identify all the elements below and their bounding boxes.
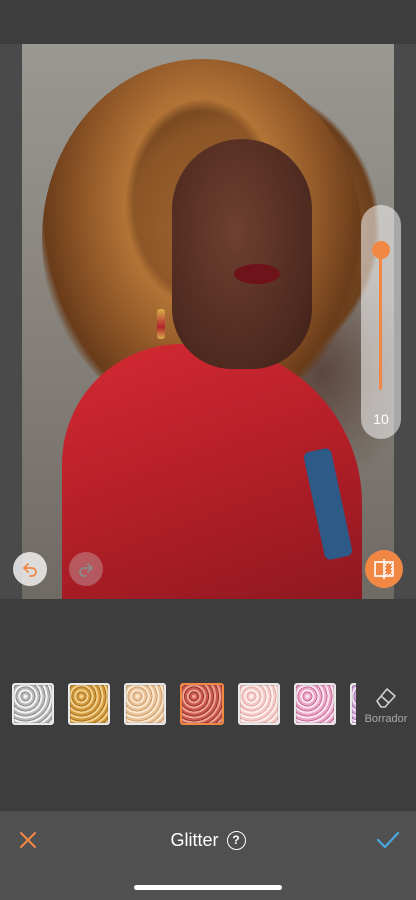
swatch-pink[interactable]	[294, 683, 336, 725]
home-indicator	[134, 885, 282, 890]
photo-canvas[interactable]	[0, 44, 416, 599]
edited-photo[interactable]	[22, 44, 394, 599]
intensity-slider[interactable]: 10	[361, 205, 401, 439]
photo-earring	[157, 309, 165, 339]
slider-value: 10	[373, 411, 389, 427]
check-icon	[376, 831, 400, 849]
compare-button[interactable]	[365, 550, 403, 588]
help-button[interactable]: ?	[226, 830, 246, 850]
redo-button[interactable]	[69, 552, 103, 586]
eraser-icon	[376, 688, 396, 708]
compare-icon	[374, 559, 394, 579]
top-bar	[0, 0, 416, 44]
slider-handle[interactable]	[372, 241, 390, 259]
page-title: Glitter	[170, 829, 219, 850]
photo-face	[172, 139, 312, 369]
swatch-champagne[interactable]	[124, 683, 166, 725]
swatch-silver[interactable]	[12, 683, 54, 725]
confirm-button[interactable]	[374, 826, 402, 854]
undo-button[interactable]	[13, 552, 47, 586]
swatch-lilac[interactable]	[350, 683, 356, 725]
swatch-rose-selected[interactable]	[180, 683, 224, 725]
eraser-button[interactable]: Borrador	[360, 683, 412, 729]
undo-icon	[23, 563, 37, 577]
title-group: Glitter ?	[0, 826, 416, 854]
eraser-label: Borrador	[364, 713, 408, 725]
swatch-gold[interactable]	[68, 683, 110, 725]
swatch-blush[interactable]	[238, 683, 280, 725]
slider-track	[379, 250, 382, 390]
photo-lips	[234, 264, 280, 284]
redo-icon	[79, 563, 93, 577]
glitter-swatch-list[interactable]	[12, 683, 356, 725]
